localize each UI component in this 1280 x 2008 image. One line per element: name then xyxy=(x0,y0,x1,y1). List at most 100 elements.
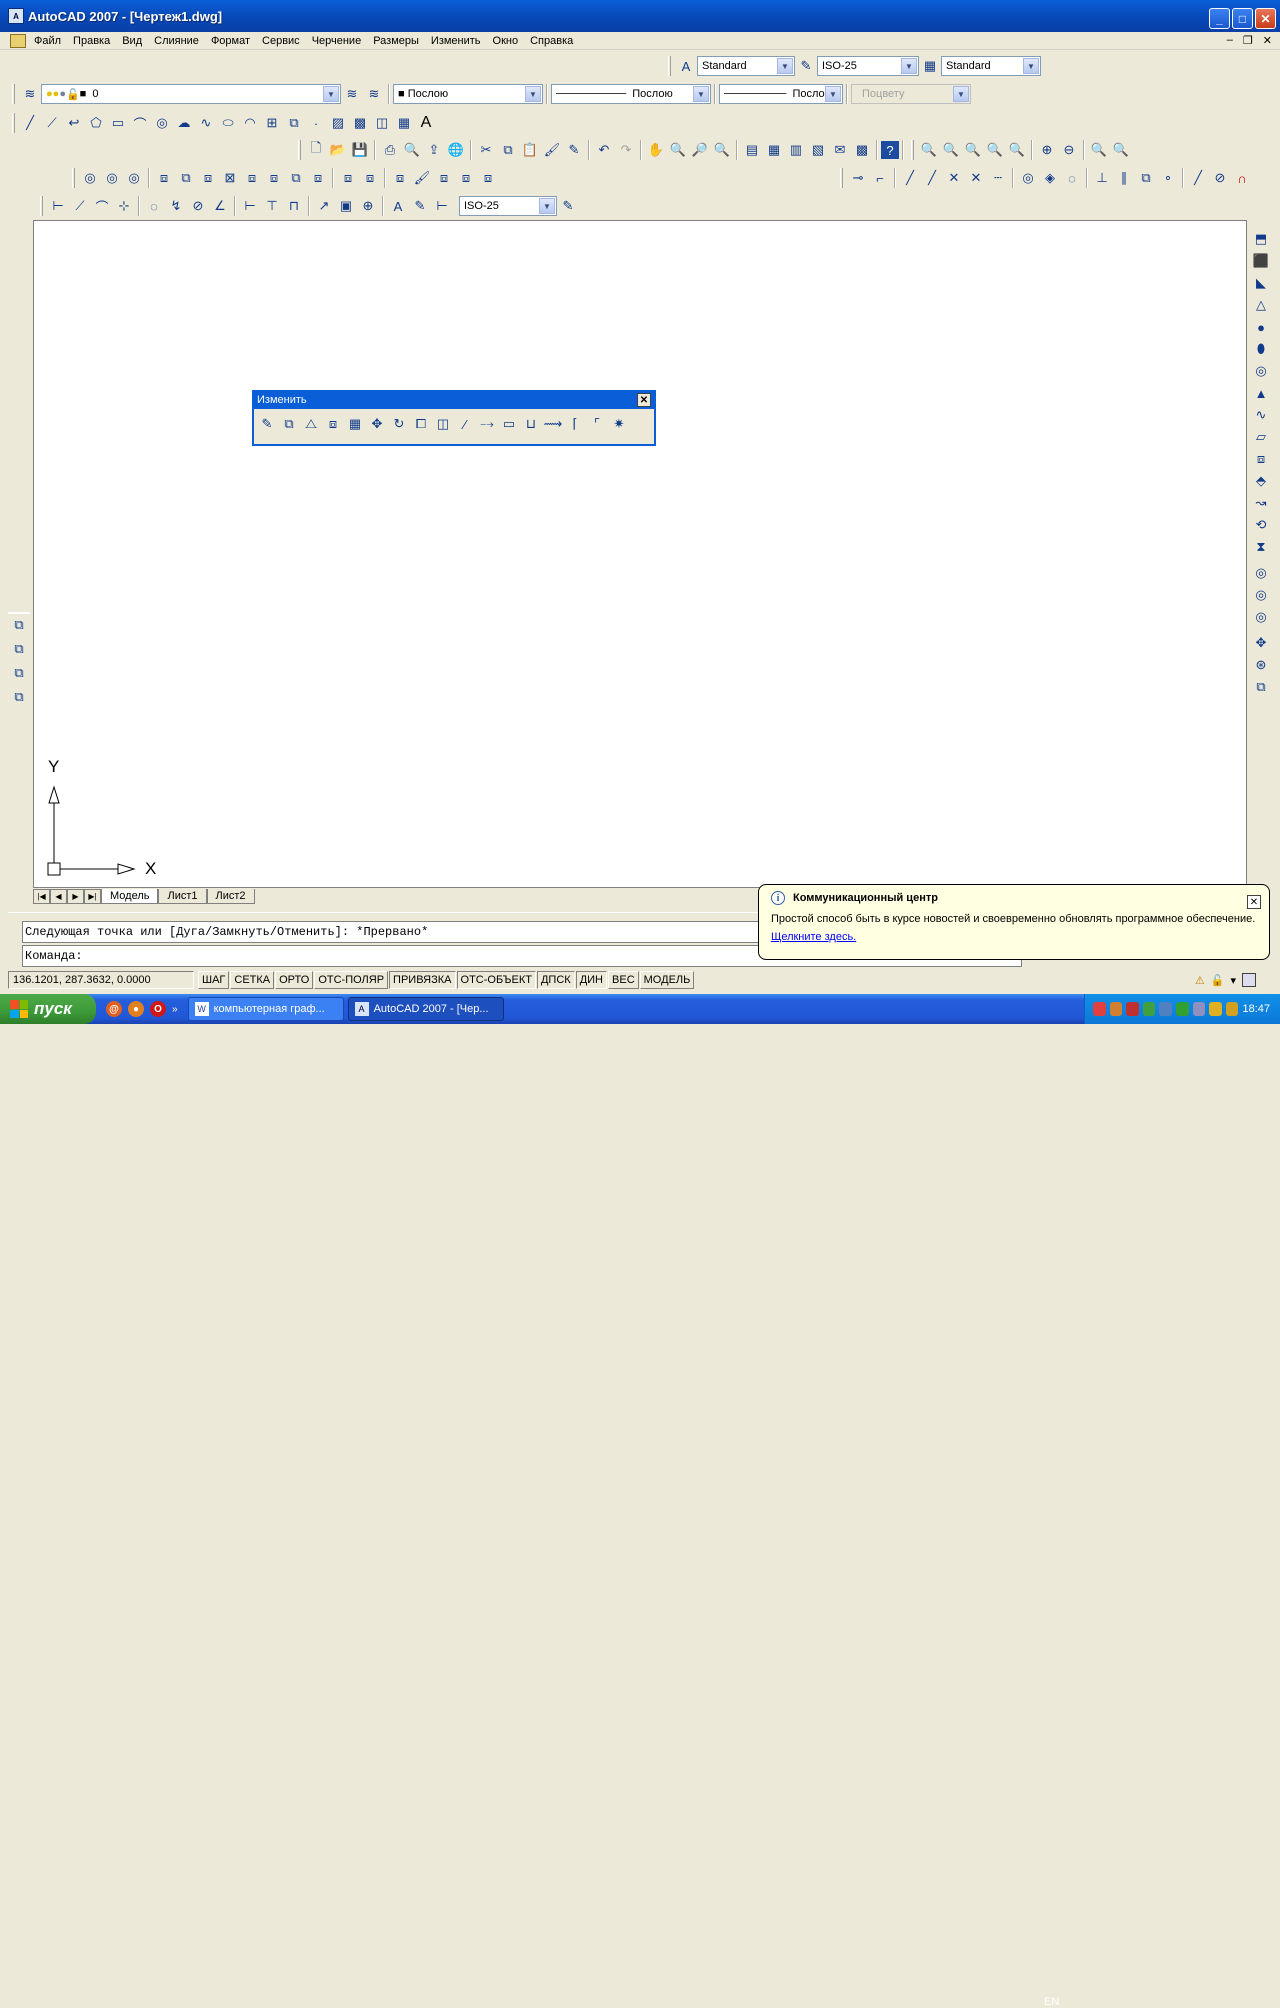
firefox-icon[interactable]: ● xyxy=(128,1001,144,1017)
break-at-point-icon[interactable]: ▭ xyxy=(498,413,520,435)
last-tab-icon[interactable]: ▶| xyxy=(84,888,101,904)
zoom-out-icon[interactable]: ⊖ xyxy=(1058,139,1080,161)
ellipse-icon[interactable]: ⬭ xyxy=(217,112,239,134)
undo-icon[interactable]: ↶ xyxy=(593,139,615,161)
intersect-icon[interactable]: ◎ xyxy=(123,167,145,189)
text-style-icon[interactable]: A xyxy=(675,55,697,77)
draw-order-above-icon[interactable]: ⧉ xyxy=(8,662,30,684)
snap-toggle[interactable]: ШАГ xyxy=(198,971,230,989)
zoom-center-icon[interactable]: 🔍 xyxy=(984,139,1006,161)
design-center-icon[interactable]: ▦ xyxy=(763,139,785,161)
tray-app-icon[interactable] xyxy=(1192,1002,1206,1016)
table-style-select[interactable]: Standard ▼ xyxy=(941,56,1041,76)
draw-order-front-icon[interactable]: ⧉ xyxy=(8,614,30,636)
move-faces-icon[interactable]: ⧉ xyxy=(175,167,197,189)
new-file-icon[interactable]: 🗋 xyxy=(305,139,327,161)
publish-web-icon[interactable]: 🌐 xyxy=(445,139,467,161)
intersect-icon[interactable]: ◎ xyxy=(1250,606,1272,628)
ellipse-arc-icon[interactable]: ◠ xyxy=(239,112,261,134)
publish-icon[interactable]: ⇪ xyxy=(423,139,445,161)
dim-style-select[interactable]: ISO-25 ▼ xyxy=(817,56,919,76)
tab-model[interactable]: Модель xyxy=(101,888,159,904)
tray-app-icon[interactable] xyxy=(1126,1002,1139,1016)
snap-node-icon[interactable]: ∘ xyxy=(1157,167,1179,189)
plot-icon[interactable]: ⎙ xyxy=(379,139,401,161)
tolerance-icon[interactable]: ▣ xyxy=(335,195,357,217)
snap-endpoint-icon[interactable]: ╱ xyxy=(899,167,921,189)
aligned-dim-icon[interactable]: ⟋ xyxy=(69,195,91,217)
properties-icon[interactable]: ▤ xyxy=(741,139,763,161)
sweep-icon[interactable]: ↝ xyxy=(1250,492,1272,514)
zoom-scale-icon[interactable]: 🔍 xyxy=(962,139,984,161)
move-icon[interactable]: ✥ xyxy=(366,413,388,435)
next-tab-icon[interactable]: ▶ xyxy=(67,888,84,904)
document-icon[interactable] xyxy=(10,33,26,48)
dim-style-icon[interactable]: ✎ xyxy=(557,195,579,217)
cone-icon[interactable]: △ xyxy=(1250,294,1272,316)
tray-app-icon[interactable] xyxy=(1109,1002,1123,1016)
polysolid-icon[interactable]: ⬒ xyxy=(1250,228,1272,250)
snap-tangent-icon[interactable]: ◌ xyxy=(1061,167,1083,189)
menu-modify[interactable]: Изменить xyxy=(425,35,487,47)
3d-align-icon[interactable]: ⧉ xyxy=(1250,676,1272,698)
shell-icon[interactable]: ⧈ xyxy=(455,167,477,189)
construction-line-icon[interactable]: ⟋ xyxy=(41,112,63,134)
browser-icon[interactable]: @ xyxy=(106,1001,122,1017)
chevron-down-icon[interactable]: ▾ xyxy=(1230,974,1236,987)
join-icon[interactable]: ⟿ xyxy=(542,413,564,435)
dyn-toggle[interactable]: ДИН xyxy=(575,971,608,989)
mdi-minimize-button[interactable]: – xyxy=(1227,34,1233,47)
match-properties-icon[interactable]: 🖌 xyxy=(541,139,563,161)
color-faces-icon[interactable]: ⧈ xyxy=(307,167,329,189)
zoom-window-icon[interactable]: 🔎 xyxy=(689,139,711,161)
dim-update-icon[interactable]: ⊢ xyxy=(431,195,453,217)
snap-intersection-icon[interactable]: ✕ xyxy=(943,167,965,189)
helix-icon[interactable]: ∿ xyxy=(1250,404,1272,426)
scale-icon[interactable]: ⧠ xyxy=(410,413,432,435)
copy-icon[interactable]: ⧉ xyxy=(497,139,519,161)
dim-text-edit-icon[interactable]: ✎ xyxy=(409,195,431,217)
color-edges-icon[interactable]: ⧈ xyxy=(359,167,381,189)
layer-manager-icon[interactable]: ≋ xyxy=(19,83,41,105)
copy-edges-icon[interactable]: ⧈ xyxy=(337,167,359,189)
planar-surface-icon[interactable]: ▱ xyxy=(1250,426,1272,448)
copy-faces-icon[interactable]: ⧉ xyxy=(285,167,307,189)
make-current-layer-icon[interactable]: ≋ xyxy=(341,83,363,105)
jogged-dim-icon[interactable]: ↯ xyxy=(165,195,187,217)
snap-midpoint-icon[interactable]: ╱ xyxy=(921,167,943,189)
make-block-icon[interactable]: ⧉ xyxy=(283,112,305,134)
taper-faces-icon[interactable]: ⧈ xyxy=(263,167,285,189)
ducs-toggle[interactable]: ДПСК xyxy=(536,971,575,989)
linear-dim-icon[interactable]: ⊢ xyxy=(47,195,69,217)
loft-icon[interactable]: ⧗ xyxy=(1250,536,1272,558)
ordinate-dim-icon[interactable]: ⊹ xyxy=(113,195,135,217)
baseline-dim-icon[interactable]: ⊤ xyxy=(261,195,283,217)
offset-icon[interactable]: ⧈ xyxy=(322,413,344,435)
3d-rotate-icon[interactable]: ⊛ xyxy=(1250,654,1272,676)
tray-app-icon[interactable] xyxy=(1176,1002,1189,1016)
calculator-icon[interactable]: ▩ xyxy=(851,139,873,161)
markup-icon[interactable]: ✉ xyxy=(829,139,851,161)
draw-order-under-icon[interactable]: ⧉ xyxy=(8,686,30,708)
snap-parallel-icon[interactable]: ∥ xyxy=(1113,167,1135,189)
menu-view[interactable]: Вид xyxy=(116,35,148,47)
menu-merge[interactable]: Слияние xyxy=(148,35,205,47)
lineweight-select[interactable]: ──────── Послою ▼ xyxy=(719,84,843,104)
check-icon[interactable]: ⧈ xyxy=(477,167,499,189)
mdi-close-button[interactable]: ✕ xyxy=(1263,34,1272,47)
line-icon[interactable]: ╱ xyxy=(19,112,41,134)
tab-layout1[interactable]: Лист1 xyxy=(158,888,207,904)
chevron-down-icon[interactable]: ▼ xyxy=(777,58,793,74)
gradient-icon[interactable]: ▩ xyxy=(349,112,371,134)
menu-file[interactable]: Файл xyxy=(28,35,67,47)
tab-layout2[interactable]: Лист2 xyxy=(206,888,255,904)
torus-icon[interactable]: ◎ xyxy=(1250,360,1272,382)
color-select[interactable]: ■ Послою ▼ xyxy=(393,84,543,104)
snap-from-icon[interactable]: ⌐ xyxy=(869,167,891,189)
3d-move-icon[interactable]: ✥ xyxy=(1250,632,1272,654)
language-indicator[interactable]: EN xyxy=(1044,1996,1059,2008)
snap-none-icon[interactable]: ⊘ xyxy=(1209,167,1231,189)
mdi-restore-button[interactable]: ❐ xyxy=(1243,34,1253,47)
first-tab-icon[interactable]: |◀ xyxy=(33,888,50,904)
autocad-icon[interactable]: A xyxy=(8,8,24,24)
